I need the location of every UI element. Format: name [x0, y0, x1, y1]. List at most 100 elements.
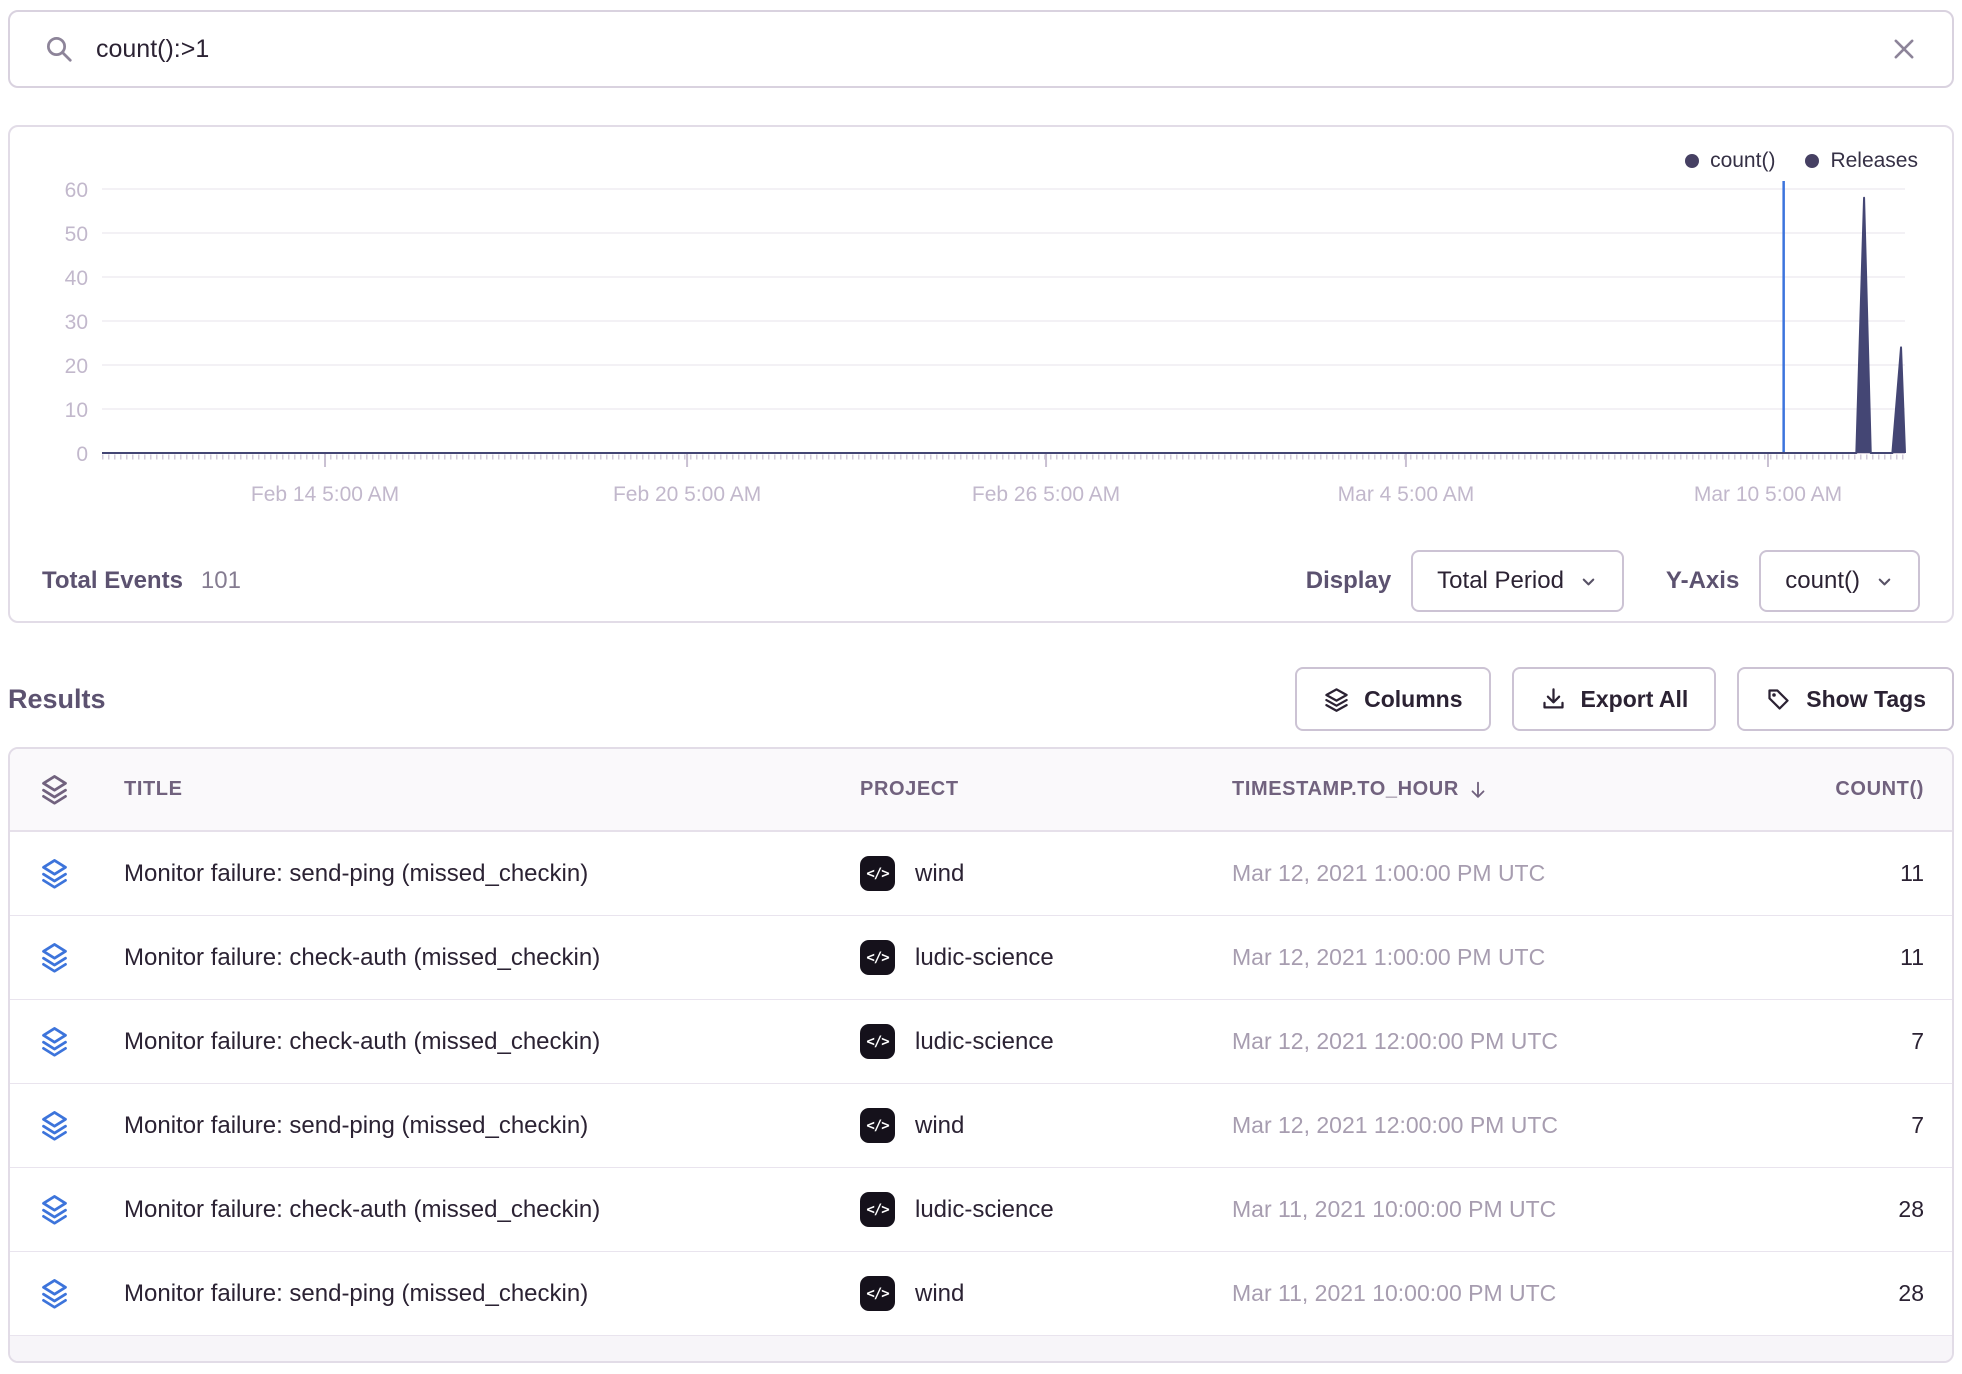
- project-name: wind: [915, 1112, 964, 1140]
- stack-icon: [38, 941, 71, 974]
- stack-icon: [38, 1109, 71, 1142]
- layers-icon: [1323, 686, 1350, 713]
- chart-axis: [102, 453, 1905, 467]
- row-title: Monitor failure: check-auth (missed_chec…: [104, 1028, 860, 1056]
- export-all-button[interactable]: Export All: [1512, 667, 1717, 731]
- results-table: TITLE PROJECT TIMESTAMP.TO_HOUR COUNT() …: [8, 747, 1954, 1363]
- row-timestamp: Mar 11, 2021 10:00:00 PM UTC: [1232, 1280, 1684, 1307]
- chevron-down-icon: [1579, 572, 1598, 591]
- display-dropdown[interactable]: Total Period: [1411, 550, 1624, 612]
- search-input[interactable]: count():>1: [96, 35, 1890, 64]
- show-tags-button-label: Show Tags: [1806, 686, 1926, 713]
- display-dropdown-value: Total Period: [1437, 567, 1564, 595]
- stack-icon: [38, 1193, 71, 1226]
- column-header-count[interactable]: COUNT(): [1684, 778, 1924, 801]
- table-row[interactable]: Monitor failure: send-ping (missed_check…: [10, 832, 1952, 916]
- row-count: 7: [1684, 1028, 1924, 1055]
- show-tags-button[interactable]: Show Tags: [1737, 667, 1954, 731]
- svg-text:Mar 10 5:00 AM: Mar 10 5:00 AM: [1694, 483, 1842, 506]
- clear-search-icon[interactable]: [1890, 35, 1918, 63]
- search-bar: count():>1: [8, 10, 1954, 88]
- column-header-project[interactable]: PROJECT: [860, 778, 1232, 801]
- svg-text:Feb 26 5:00 AM: Feb 26 5:00 AM: [972, 483, 1120, 506]
- row-timestamp: Mar 12, 2021 1:00:00 PM UTC: [1232, 860, 1684, 887]
- table-header-row: TITLE PROJECT TIMESTAMP.TO_HOUR COUNT(): [10, 749, 1952, 832]
- svg-text:10: 10: [65, 399, 88, 422]
- releases-dot-icon: [1805, 154, 1819, 168]
- table-row[interactable]: Monitor failure: check-auth (missed_chec…: [10, 916, 1952, 1000]
- search-icon: [44, 34, 74, 64]
- project-platform-icon: </>: [860, 1192, 895, 1227]
- project-platform-icon: </>: [860, 1108, 895, 1143]
- columns-button-label: Columns: [1364, 686, 1462, 713]
- svg-text:Mar 4 5:00 AM: Mar 4 5:00 AM: [1338, 483, 1475, 506]
- row-project: </> ludic-science: [860, 1192, 1232, 1227]
- project-platform-icon: </>: [860, 1024, 895, 1059]
- project-platform-icon: </>: [860, 940, 895, 975]
- project-name: wind: [915, 1280, 964, 1308]
- table-row[interactable]: Monitor failure: send-ping (missed_check…: [10, 1084, 1952, 1168]
- row-project: </> ludic-science: [860, 1024, 1232, 1059]
- row-title: Monitor failure: send-ping (missed_check…: [104, 1112, 860, 1140]
- table-row[interactable]: Monitor failure: send-ping (missed_check…: [10, 1252, 1952, 1336]
- legend-label-count: count(): [1710, 149, 1775, 173]
- stack-icon: [38, 1277, 71, 1310]
- download-icon: [1540, 686, 1567, 713]
- column-header-timestamp-label: TIMESTAMP.TO_HOUR: [1232, 778, 1459, 801]
- results-heading: Results: [8, 684, 106, 715]
- project-name: ludic-science: [915, 1028, 1054, 1056]
- svg-text:60: 60: [65, 179, 88, 202]
- project-name: ludic-science: [915, 1196, 1054, 1224]
- row-timestamp: Mar 12, 2021 12:00:00 PM UTC: [1232, 1112, 1684, 1139]
- svg-text:0: 0: [76, 443, 88, 466]
- stack-icon: [38, 773, 71, 806]
- column-header-timestamp[interactable]: TIMESTAMP.TO_HOUR: [1232, 778, 1684, 801]
- display-label: Display: [1306, 567, 1391, 595]
- export-all-button-label: Export All: [1581, 686, 1689, 713]
- row-title: Monitor failure: check-auth (missed_chec…: [104, 944, 860, 972]
- project-name: wind: [915, 860, 964, 888]
- legend-label-releases: Releases: [1830, 149, 1918, 173]
- svg-text:Feb 14 5:00 AM: Feb 14 5:00 AM: [251, 483, 399, 506]
- legend-item-releases[interactable]: Releases: [1805, 149, 1918, 173]
- svg-text:40: 40: [65, 267, 88, 290]
- chart-footer: Total Events 101 Display Total Period Y-…: [10, 541, 1952, 621]
- yaxis-dropdown-value: count(): [1785, 567, 1860, 595]
- row-project: </> ludic-science: [860, 940, 1232, 975]
- chevron-down-icon: [1875, 572, 1894, 591]
- row-timestamp: Mar 12, 2021 1:00:00 PM UTC: [1232, 944, 1684, 971]
- row-project: </> wind: [860, 1108, 1232, 1143]
- row-title: Monitor failure: send-ping (missed_check…: [104, 860, 860, 888]
- stack-icon: [38, 1025, 71, 1058]
- project-name: ludic-science: [915, 944, 1054, 972]
- chart-gridlines: [102, 189, 1905, 409]
- row-count: 11: [1684, 860, 1924, 887]
- table-row[interactable]: Monitor failure: check-auth (missed_chec…: [10, 1000, 1952, 1084]
- table-row[interactable]: Monitor failure: check-auth (missed_chec…: [10, 1168, 1952, 1252]
- results-header-row: Results Columns Export All Show Tags: [8, 666, 1954, 732]
- row-timestamp: Mar 12, 2021 12:00:00 PM UTC: [1232, 1028, 1684, 1055]
- svg-text:20: 20: [65, 355, 88, 378]
- svg-text:Feb 20 5:00 AM: Feb 20 5:00 AM: [613, 483, 761, 506]
- tag-icon: [1765, 686, 1792, 713]
- stack-icon: [38, 857, 71, 890]
- project-platform-icon: </>: [860, 1276, 895, 1311]
- project-platform-icon: </>: [860, 856, 895, 891]
- row-count: 11: [1684, 944, 1924, 971]
- table-footer-strip: [10, 1336, 1952, 1361]
- legend-item-count[interactable]: count(): [1685, 149, 1775, 173]
- svg-text:50: 50: [65, 223, 88, 246]
- row-count: 7: [1684, 1112, 1924, 1139]
- columns-button[interactable]: Columns: [1295, 667, 1490, 731]
- row-count: 28: [1684, 1280, 1924, 1307]
- count-series-area: [102, 198, 1905, 453]
- yaxis-label: Y-Axis: [1666, 567, 1739, 595]
- column-header-title[interactable]: TITLE: [104, 778, 860, 801]
- yaxis-dropdown[interactable]: count(): [1759, 550, 1920, 612]
- count-series-dot-icon: [1685, 154, 1699, 168]
- row-title: Monitor failure: check-auth (missed_chec…: [104, 1196, 860, 1224]
- total-events-value: 101: [201, 567, 241, 595]
- row-count: 28: [1684, 1196, 1924, 1223]
- row-project: </> wind: [860, 1276, 1232, 1311]
- row-title: Monitor failure: send-ping (missed_check…: [104, 1280, 860, 1308]
